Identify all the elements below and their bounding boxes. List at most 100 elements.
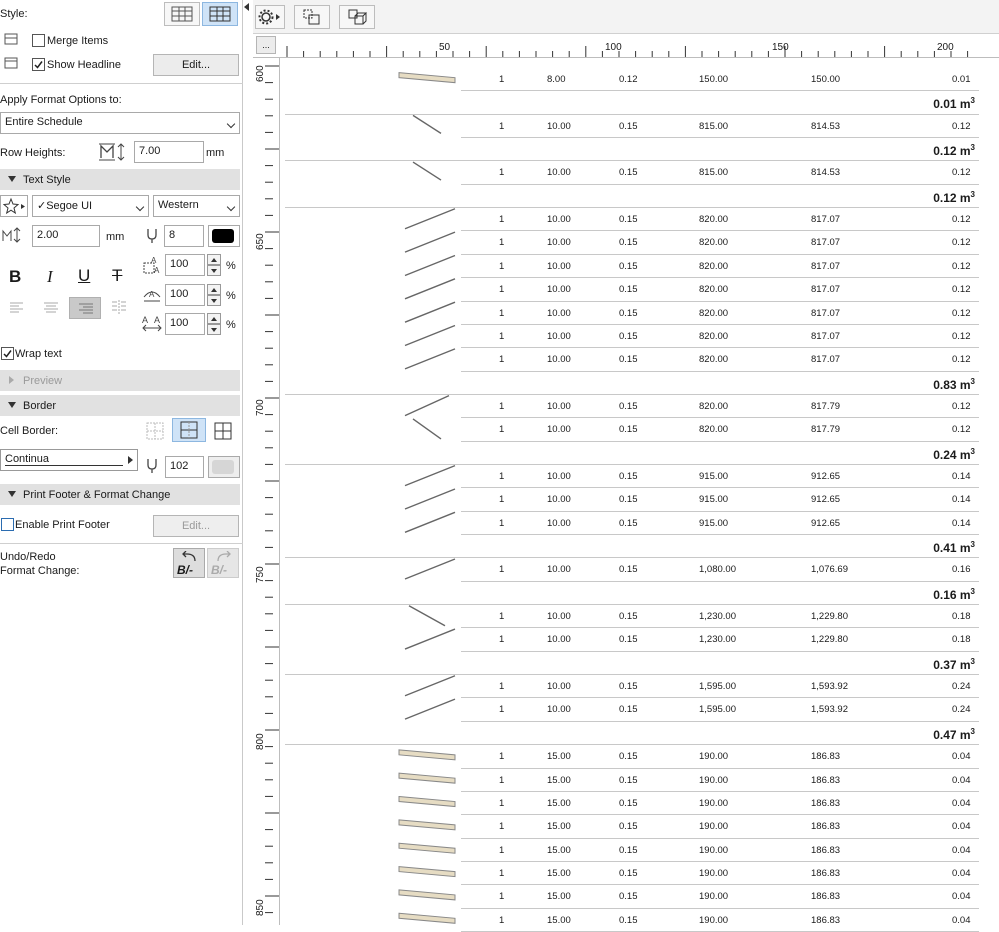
row-divider (461, 907, 979, 909)
cell-c: 820.00 (699, 307, 729, 319)
font-dropdown[interactable]: ✓Segoe UI (32, 195, 149, 217)
row-divider (461, 253, 979, 255)
pen-color-swatch[interactable] (208, 225, 240, 247)
cell-qty: 1 (499, 704, 505, 716)
cell-e: 0.14 (952, 517, 971, 529)
char-spacing-input[interactable]: 100 (165, 313, 205, 335)
member-preview (404, 464, 456, 487)
headline-edit-button[interactable]: Edit... (153, 54, 239, 76)
row-divider (461, 534, 979, 535)
collapse-panel-arrow-icon[interactable] (244, 3, 249, 11)
text-style-section-header[interactable]: Text Style (0, 169, 240, 190)
cell-e: 0.12 (952, 214, 971, 226)
group-total: 0.41 m3 (933, 540, 975, 555)
text-size-input[interactable]: 2.00 (32, 225, 100, 247)
cell-a: 10.00 (547, 400, 571, 412)
cell-d: 186.83 (811, 867, 841, 879)
char-spacing-stepper[interactable] (207, 313, 221, 335)
cell-d: 817.79 (811, 424, 841, 436)
align-decimal-icon[interactable] (111, 300, 127, 316)
group-total: 0.12 m3 (933, 143, 975, 159)
style-grid-button[interactable] (202, 2, 238, 26)
wrap-text-checkbox[interactable] (1, 347, 14, 360)
enable-footer-checkbox[interactable] (1, 518, 14, 531)
cell-d: 817.07 (811, 214, 841, 226)
script-dropdown[interactable]: Western (153, 195, 240, 217)
spacing-factor-stepper[interactable] (207, 284, 221, 306)
bold-button[interactable]: B (9, 267, 21, 287)
preview-section-header[interactable]: Preview (0, 370, 240, 391)
apply-format-dropdown[interactable]: Entire Schedule (0, 112, 240, 134)
check-icon (34, 61, 43, 69)
cell-a: 15.00 (547, 867, 571, 879)
cell-b: 0.15 (619, 797, 638, 809)
row-divider (285, 604, 979, 606)
member-preview (404, 558, 456, 580)
row-heights-input[interactable]: 7.00 (134, 141, 204, 163)
row-divider (461, 440, 979, 442)
cell-qty: 1 (499, 167, 505, 179)
cell-b: 0.15 (619, 260, 638, 272)
border-section-header[interactable]: Border (0, 395, 240, 416)
cell-qty: 1 (499, 634, 505, 646)
width-factor-stepper[interactable] (207, 254, 221, 276)
align-center-icon[interactable] (43, 301, 59, 315)
print-footer-section-header[interactable]: Print Footer & Format Change (0, 484, 240, 505)
row-divider (461, 884, 979, 886)
cell-e: 0.18 (952, 634, 971, 646)
border-section-label: Border (23, 399, 57, 412)
cell-e: 0.12 (952, 237, 971, 249)
cell-a: 10.00 (547, 260, 571, 272)
width-factor-input[interactable]: 100 (165, 254, 205, 276)
cell-a: 10.00 (547, 494, 571, 506)
style-plain-button[interactable] (164, 2, 200, 26)
cell-d: 817.07 (811, 237, 841, 249)
cell-d: 912.65 (811, 470, 841, 482)
redo-format-button[interactable]: B/- (207, 548, 239, 578)
cell-d: 912.65 (811, 517, 841, 529)
cell-a: 10.00 (547, 517, 571, 529)
row-height-icon (99, 143, 125, 161)
cell-c: 820.00 (699, 260, 729, 272)
border-all-icon[interactable] (214, 422, 232, 440)
cell-c: 820.00 (699, 400, 729, 412)
spacing-factor-input[interactable]: 100 (165, 284, 205, 306)
cell-a: 10.00 (547, 307, 571, 319)
align-right-icon (79, 303, 93, 314)
pen-input[interactable]: 8 (164, 225, 204, 247)
align-right-button[interactable] (69, 297, 101, 319)
align-left-icon[interactable] (9, 301, 25, 315)
cell-d: 1,593.92 (811, 681, 848, 693)
undo-format-button[interactable]: B/- (173, 548, 205, 578)
cell-e: 0.04 (952, 774, 971, 786)
collapse-triangle-icon (8, 491, 16, 497)
show-headline-label: Show Headline (47, 59, 121, 71)
cell-b: 0.15 (619, 354, 638, 366)
border-pen-swatch[interactable] (208, 456, 240, 478)
cell-b: 0.15 (619, 167, 638, 179)
cell-a: 15.00 (547, 821, 571, 833)
footer-edit-button[interactable]: Edit... (153, 515, 239, 537)
cell-qty: 1 (499, 867, 505, 879)
border-horizontal-icon (180, 421, 198, 439)
border-none-icon[interactable] (146, 422, 164, 440)
row-divider (461, 837, 979, 839)
border-pen-input[interactable]: 102 (165, 456, 204, 478)
line-type-dropdown[interactable]: Continua (0, 449, 138, 471)
underline-button[interactable]: U (78, 266, 90, 286)
cell-e: 0.14 (952, 470, 971, 482)
cell-qty: 1 (499, 330, 505, 342)
cell-c: 1,230.00 (699, 611, 736, 623)
check-icon (3, 350, 12, 358)
merge-items-checkbox[interactable] (32, 34, 45, 47)
table-plain-icon (171, 6, 193, 22)
group-total: 0.47 m3 (933, 726, 975, 742)
member-preview (404, 301, 456, 323)
panel-splitter[interactable] (243, 0, 253, 925)
show-headline-checkbox[interactable] (32, 58, 45, 71)
strikethrough-button[interactable]: T (112, 266, 122, 286)
favorites-button[interactable] (0, 195, 28, 217)
border-horizontal-button[interactable] (172, 418, 206, 442)
italic-button[interactable]: I (47, 267, 53, 287)
row-divider (461, 697, 979, 699)
